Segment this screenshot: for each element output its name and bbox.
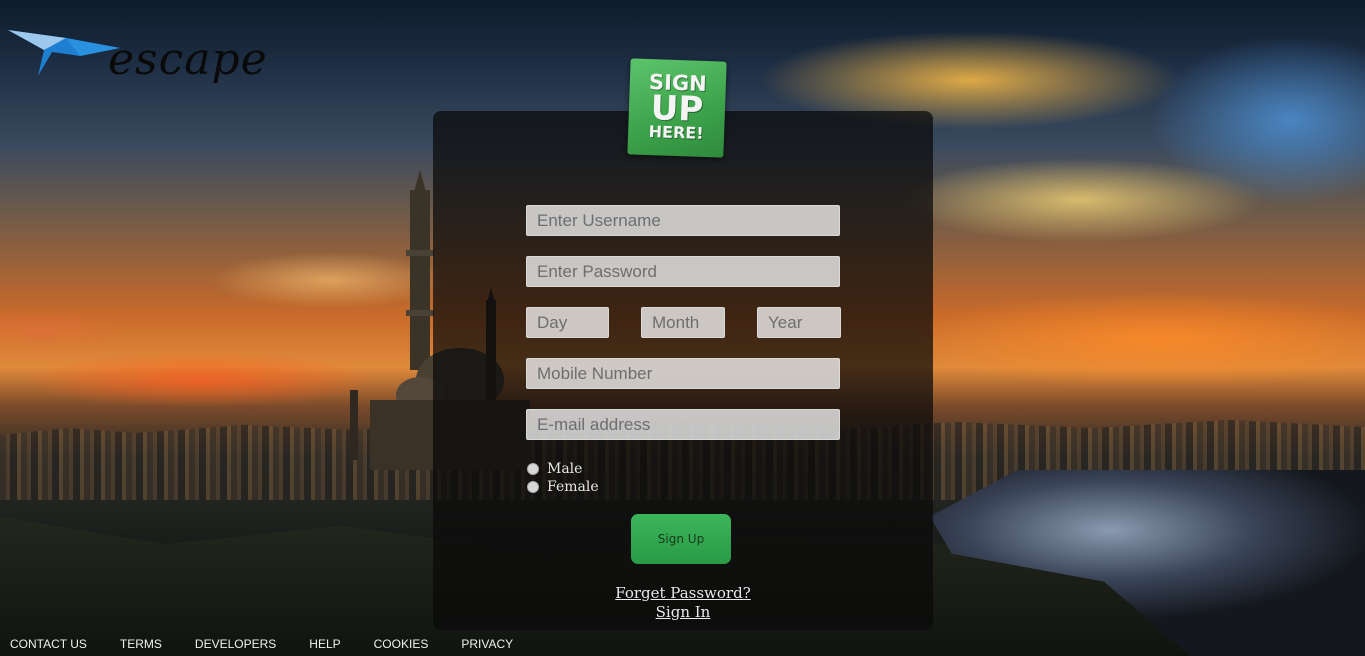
footer-link-developers[interactable]: DEVELOPERS xyxy=(195,637,276,653)
badge-line-3: HERE! xyxy=(648,122,704,143)
email-input[interactable] xyxy=(526,409,840,440)
month-input[interactable] xyxy=(641,307,725,338)
footer-link-terms[interactable]: TERMS xyxy=(120,637,162,653)
escape-logo[interactable]: escape xyxy=(8,26,328,86)
mobile-number-input[interactable] xyxy=(526,358,840,389)
gender-option-male[interactable]: Male xyxy=(527,460,582,478)
gender-label-female: Female xyxy=(547,479,599,495)
badge-line-2: UP xyxy=(650,88,704,130)
sign-up-button[interactable]: Sign Up xyxy=(631,514,731,564)
footer-link-help[interactable]: HELP xyxy=(309,637,340,653)
sign-up-here-badge: SIGN UP HERE! xyxy=(627,58,727,158)
forget-password-link[interactable]: Forget Password? xyxy=(433,584,933,602)
brand-name: escape xyxy=(108,34,268,85)
year-input[interactable] xyxy=(757,307,841,338)
footer-link-contact-us[interactable]: CONTACT US xyxy=(10,637,87,653)
footer-link-cookies[interactable]: COOKIES xyxy=(374,637,429,653)
gender-option-female[interactable]: Female xyxy=(527,478,599,496)
day-input[interactable] xyxy=(526,307,609,338)
footer-nav: CONTACT US TERMS DEVELOPERS HELP COOKIES… xyxy=(10,637,546,653)
radio-button-male[interactable] xyxy=(527,463,539,475)
username-input[interactable] xyxy=(526,205,840,236)
sign-in-link[interactable]: Sign In xyxy=(433,603,933,621)
footer-link-privacy[interactable]: PRIVACY xyxy=(461,637,513,653)
gender-label-male: Male xyxy=(547,461,583,477)
radio-button-female[interactable] xyxy=(527,481,539,493)
password-input[interactable] xyxy=(526,256,840,287)
